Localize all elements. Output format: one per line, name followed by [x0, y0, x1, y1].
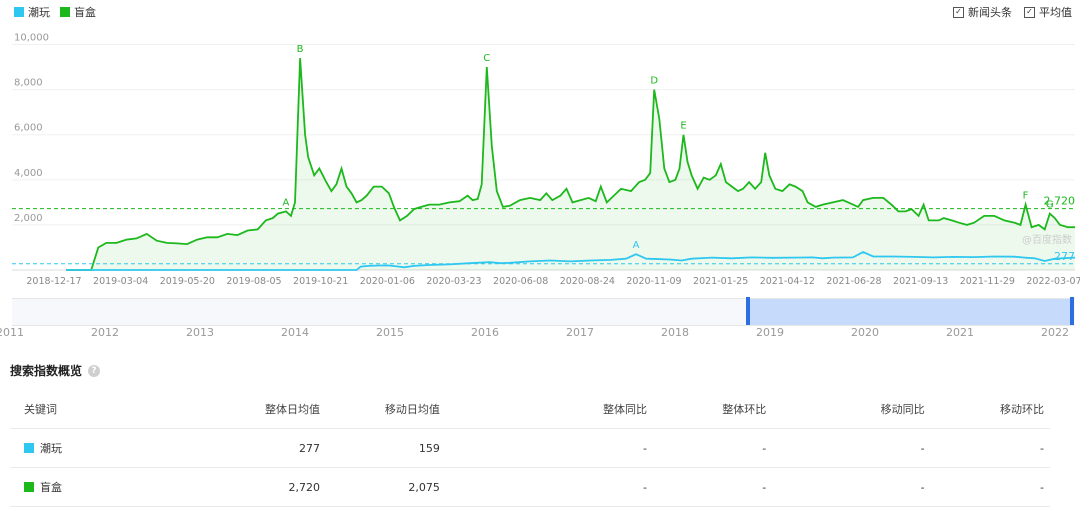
navigator-year-label: 2020 [851, 326, 879, 339]
keyword-swatch [24, 443, 34, 453]
legend-item-chaowan[interactable]: 潮玩 [14, 4, 50, 20]
overall-yoy-cell: - [440, 428, 648, 468]
event-marker[interactable]: D [650, 76, 658, 87]
mobile-yoy-cell: - [767, 428, 926, 468]
table-row: 潮玩 277 159 - - - - [10, 428, 1050, 468]
header-overall-mom: 整体环比 [647, 390, 768, 429]
header-mobile-mom: 移动环比 [925, 390, 1050, 429]
search-index-chart[interactable]: 2,0004,0006,0008,00010,0002,720277ABCDEF… [0, 20, 1080, 296]
navigator-year-label: 2011 [0, 326, 24, 339]
header-mobile-yoy: 移动同比 [767, 390, 926, 429]
x-tick-label: 2019-05-20 [160, 276, 215, 287]
navigator-year-label: 2016 [471, 326, 499, 339]
overall-avg-cell: 2,720 [171, 467, 322, 507]
event-marker[interactable]: A [633, 240, 640, 251]
x-tick-label: 2021-04-12 [760, 276, 815, 287]
header-overall-avg: 整体日均值 [171, 390, 322, 429]
table-row: 盲盒 2,720 2,075 - - - - [10, 467, 1050, 507]
overall-yoy-cell: - [440, 467, 648, 507]
summary-section-title: 搜索指数概览 ? [10, 362, 101, 379]
toggle-news-headlines-label: 新闻头条 [968, 6, 1012, 19]
y-tick-label: 10,000 [14, 33, 49, 44]
navigator-right-handle[interactable] [1069, 297, 1074, 325]
mobile-avg-cell: 159 [321, 428, 441, 468]
header-mobile-avg: 移动日均值 [321, 390, 441, 429]
legend-label-manghe: 盲盒 [74, 6, 96, 19]
navigator-year-label: 2018 [661, 326, 689, 339]
x-tick-label: 2019-08-05 [226, 276, 281, 287]
help-icon[interactable]: ? [88, 364, 101, 377]
x-tick-label: 2021-09-13 [893, 276, 948, 287]
x-tick-label: 2020-11-09 [626, 276, 681, 287]
time-range-navigator[interactable] [12, 297, 1075, 326]
event-marker[interactable]: G [1046, 200, 1054, 211]
event-marker[interactable]: A [283, 197, 290, 208]
mobile-mom-cell: - [925, 467, 1050, 507]
header-keyword: 关键词 [10, 390, 172, 429]
legend-swatch-manghe [60, 7, 70, 17]
event-marker[interactable]: C [483, 53, 490, 64]
average-label-chaowan: 277 [1054, 250, 1075, 263]
event-marker[interactable]: E [680, 121, 686, 132]
keyword-cell: 盲盒 [10, 467, 172, 507]
overall-mom-cell: - [647, 428, 768, 468]
navigator-year-label: 2012 [91, 326, 119, 339]
summary-table-header: 关键词 整体日均值 移动日均值 整体同比 整体环比 移动同比 移动环比 [10, 390, 1050, 429]
watermark: @百度指数 [1022, 233, 1072, 246]
mobile-avg-cell: 2,075 [321, 467, 441, 507]
x-tick-label: 2021-01-25 [693, 276, 748, 287]
x-tick-label: 2018-12-17 [26, 276, 81, 287]
overall-avg-cell: 277 [171, 428, 322, 468]
event-marker[interactable]: F [1023, 191, 1029, 202]
keyword-cell: 潮玩 [10, 428, 172, 468]
average-checkbox-icon[interactable]: ✓ [1024, 6, 1035, 18]
y-tick-label: 8,000 [14, 78, 43, 89]
legend-item-manghe[interactable]: 盲盒 [60, 4, 96, 20]
navigator-left-handle[interactable] [745, 297, 750, 325]
toggle-average-label: 平均值 [1039, 6, 1072, 19]
mobile-mom-cell: - [925, 428, 1050, 468]
event-marker[interactable]: B [297, 44, 304, 55]
news-headlines-checkbox-icon[interactable]: ✓ [953, 6, 964, 18]
header-overall-yoy: 整体同比 [440, 390, 648, 429]
toggle-news-headlines[interactable]: ✓ 新闻头条 [953, 4, 1012, 20]
summary-title: 搜索指数概览 [10, 364, 83, 378]
summary-table: 关键词 整体日均值 移动日均值 整体同比 整体环比 移动同比 移动环比 潮玩 2… [10, 390, 1050, 507]
navigator-year-label: 2013 [186, 326, 214, 339]
x-tick-label: 2020-06-08 [493, 276, 548, 287]
x-tick-label: 2022-03-07 [1026, 276, 1080, 287]
x-tick-label: 2021-06-28 [826, 276, 881, 287]
x-tick-label: 2021-11-29 [960, 276, 1015, 287]
x-tick-label: 2020-08-24 [560, 276, 615, 287]
x-tick-label: 2020-01-06 [360, 276, 415, 287]
y-tick-label: 4,000 [14, 168, 43, 179]
keyword-label: 潮玩 [40, 442, 62, 455]
x-tick-label: 2019-10-21 [293, 276, 348, 287]
mobile-yoy-cell: - [767, 467, 926, 507]
navigator-year-label: 2014 [281, 326, 309, 339]
navigator-year-label: 2019 [756, 326, 784, 339]
chart-legend: 潮玩 盲盒 [14, 4, 96, 20]
keyword-swatch [24, 482, 34, 492]
keyword-label: 盲盒 [40, 481, 62, 494]
navigator-year-axis: 2011 2012 2013 2014 2015 2016 2017 2018 2019 2020… [0, 326, 1080, 342]
navigator-year-label: 2015 [376, 326, 404, 339]
y-tick-label: 2,000 [14, 213, 43, 224]
navigator-year-label: 2022 [1041, 326, 1069, 339]
x-tick-label: 2020-03-23 [426, 276, 481, 287]
navigator-year-label: 2017 [566, 326, 594, 339]
legend-label-chaowan: 潮玩 [28, 6, 50, 19]
toggle-average[interactable]: ✓ 平均值 [1024, 4, 1072, 20]
x-tick-label: 2019-03-04 [93, 276, 148, 287]
navigator-year-label: 2021 [946, 326, 974, 339]
chart-toggles: ✓ 新闻头条 ✓ 平均值 [953, 4, 1072, 20]
navigator-selection[interactable] [747, 299, 1072, 325]
y-tick-label: 6,000 [14, 123, 43, 134]
overall-mom-cell: - [647, 467, 768, 507]
legend-swatch-chaowan [14, 7, 24, 17]
